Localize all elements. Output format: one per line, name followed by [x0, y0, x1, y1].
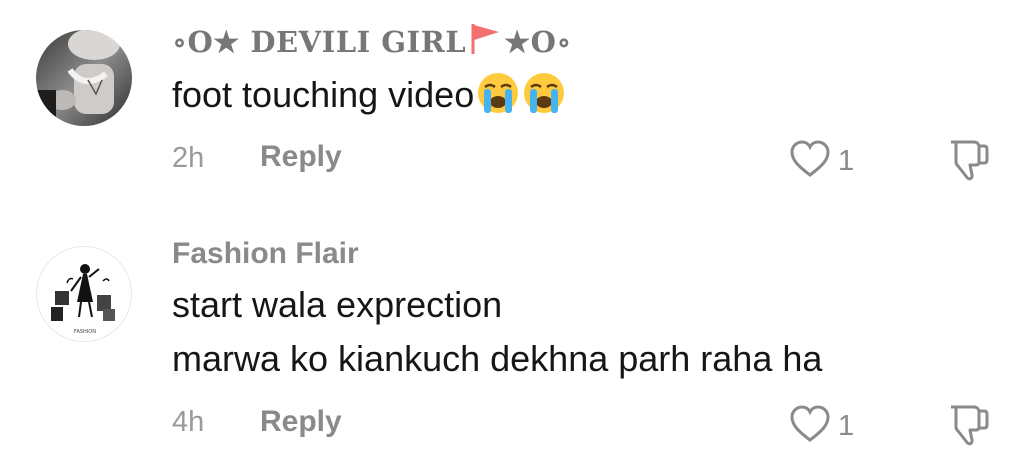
like-button[interactable]: 1 — [788, 404, 854, 449]
heart-icon — [788, 139, 832, 184]
comment-text-line: marwa ko kiankuch dekhna parh raha ha — [172, 338, 823, 379]
comment-timestamp: 2h — [172, 142, 205, 174]
username-prefix: ∘O★ DEVILI GIRL — [172, 25, 467, 59]
username-suffix: ★O∘ — [504, 25, 572, 59]
comment-text: foot touching video — [172, 71, 566, 124]
reply-button[interactable]: Reply — [260, 405, 342, 439]
like-button[interactable]: 1 — [788, 139, 854, 184]
thumbs-down-icon — [942, 405, 990, 451]
comment-timestamp: 4h — [172, 406, 205, 438]
loudly-crying-face-icon — [476, 71, 520, 124]
avatar[interactable]: FASHION — [36, 246, 132, 342]
loudly-crying-face-icon — [522, 71, 566, 124]
comment-username[interactable]: ∘O★ DEVILI GIRL ★O∘ — [172, 22, 572, 63]
avatar[interactable] — [36, 30, 132, 126]
like-count: 1 — [838, 145, 855, 177]
comment-username[interactable]: Fashion Flair — [172, 237, 359, 271]
dislike-button[interactable] — [942, 401, 990, 452]
like-count: 1 — [838, 410, 855, 442]
heart-icon — [788, 404, 832, 449]
dislike-button[interactable] — [942, 136, 990, 187]
comment-text-line: foot touching video — [172, 74, 475, 115]
reply-button[interactable]: Reply — [260, 140, 342, 174]
avatar-logo-text: FASHION — [74, 329, 96, 335]
red-flag-icon — [468, 22, 502, 63]
comment-text-line: start wala exprection — [172, 284, 503, 325]
thumbs-down-icon — [942, 140, 990, 186]
